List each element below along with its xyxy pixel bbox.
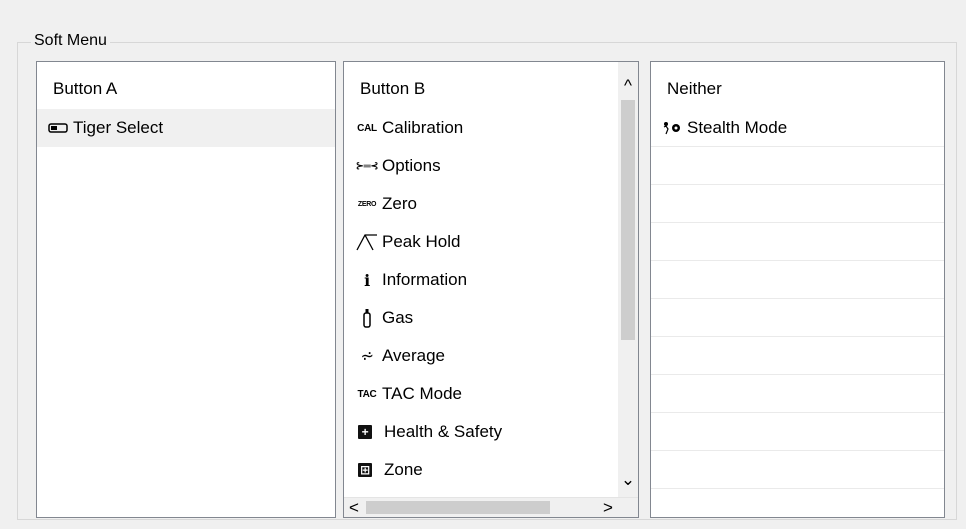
soft-menu-title: Soft Menu: [31, 32, 110, 50]
list-item-calibration[interactable]: CAL Calibration: [344, 109, 618, 147]
list-item-tac-mode[interactable]: TAC TAC Mode: [344, 375, 618, 413]
button-a-header: Button A: [53, 79, 118, 98]
button-b-list[interactable]: Button B CAL Calibration ⊱═⊰ Options ZER…: [343, 61, 639, 518]
information-icon: i: [364, 270, 370, 290]
health-safety-icon: +: [358, 425, 372, 439]
tiger-select-icon: [47, 123, 69, 133]
tac-mode-icon: TAC: [357, 388, 377, 400]
list-item-information[interactable]: i Information: [344, 261, 618, 299]
list-item-gas[interactable]: Gas: [344, 299, 618, 337]
list-row-empty: [651, 489, 944, 517]
list-item-zone[interactable]: ⊞ Zone: [344, 451, 618, 489]
list-row-empty: [651, 413, 944, 451]
list-row-empty: [651, 147, 944, 185]
average-icon: ⩫: [360, 348, 374, 365]
scroll-down-arrow-icon[interactable]: ⌄: [618, 470, 638, 490]
button-b-header: Button B: [360, 79, 426, 98]
options-icon: ⊱═⊰: [355, 160, 379, 172]
list-row-empty: [651, 375, 944, 413]
scrollbar-corner: [618, 498, 638, 517]
item-label: Information: [382, 270, 468, 289]
scroll-left-arrow-icon[interactable]: <: [344, 498, 364, 517]
item-label: Zone: [384, 460, 423, 479]
scroll-right-arrow-icon[interactable]: >: [598, 498, 618, 517]
list-item-stealth-mode[interactable]: Stealth Mode: [651, 109, 944, 147]
item-label: Tiger Select: [73, 118, 164, 137]
list-row-empty: [651, 451, 944, 489]
list-item-zero[interactable]: ZERO Zero: [344, 185, 618, 223]
neither-list[interactable]: Neither Stealth Mode: [650, 61, 945, 518]
item-label: Gas: [382, 308, 414, 327]
list-item-average[interactable]: ⩫ Average: [344, 337, 618, 375]
list-item-tiger-select[interactable]: Tiger Select: [37, 109, 335, 147]
item-label: Options: [382, 156, 441, 175]
horizontal-scrollbar[interactable]: < >: [344, 497, 638, 517]
horizontal-scroll-thumb[interactable]: [366, 501, 550, 514]
item-label: Calibration: [382, 118, 464, 137]
list-row-empty: [651, 299, 944, 337]
zero-icon: ZERO: [357, 200, 377, 208]
scroll-up-arrow-icon[interactable]: ^: [618, 76, 638, 96]
list-row-empty: [651, 185, 944, 223]
gas-icon: [356, 307, 378, 329]
item-label: TAC Mode: [382, 384, 462, 403]
list-item-options[interactable]: ⊱═⊰ Options: [344, 147, 618, 185]
list-row-empty: [651, 337, 944, 375]
list-item-peak-hold[interactable]: Peak Hold: [344, 223, 618, 261]
item-label: Health & Safety: [384, 422, 503, 441]
item-label: Stealth Mode: [687, 117, 788, 137]
list-row-empty: [651, 261, 944, 299]
item-label: Peak Hold: [382, 232, 461, 251]
calibration-icon: CAL: [357, 122, 377, 134]
neither-header: Neither: [667, 79, 722, 98]
button-a-list[interactable]: Button A Tiger Select: [36, 61, 336, 518]
list-item-health-safety[interactable]: + Health & Safety: [344, 413, 618, 451]
vertical-scrollbar[interactable]: ^ ⌄: [618, 62, 638, 498]
stealth-mode-icon: [661, 121, 683, 135]
zone-icon: ⊞: [358, 463, 372, 477]
item-label: Average: [382, 346, 446, 365]
vertical-scroll-thumb[interactable]: [621, 100, 635, 340]
list-row-empty: [651, 223, 944, 261]
peak-hold-icon: [356, 233, 378, 251]
item-label: Zero: [382, 194, 417, 213]
